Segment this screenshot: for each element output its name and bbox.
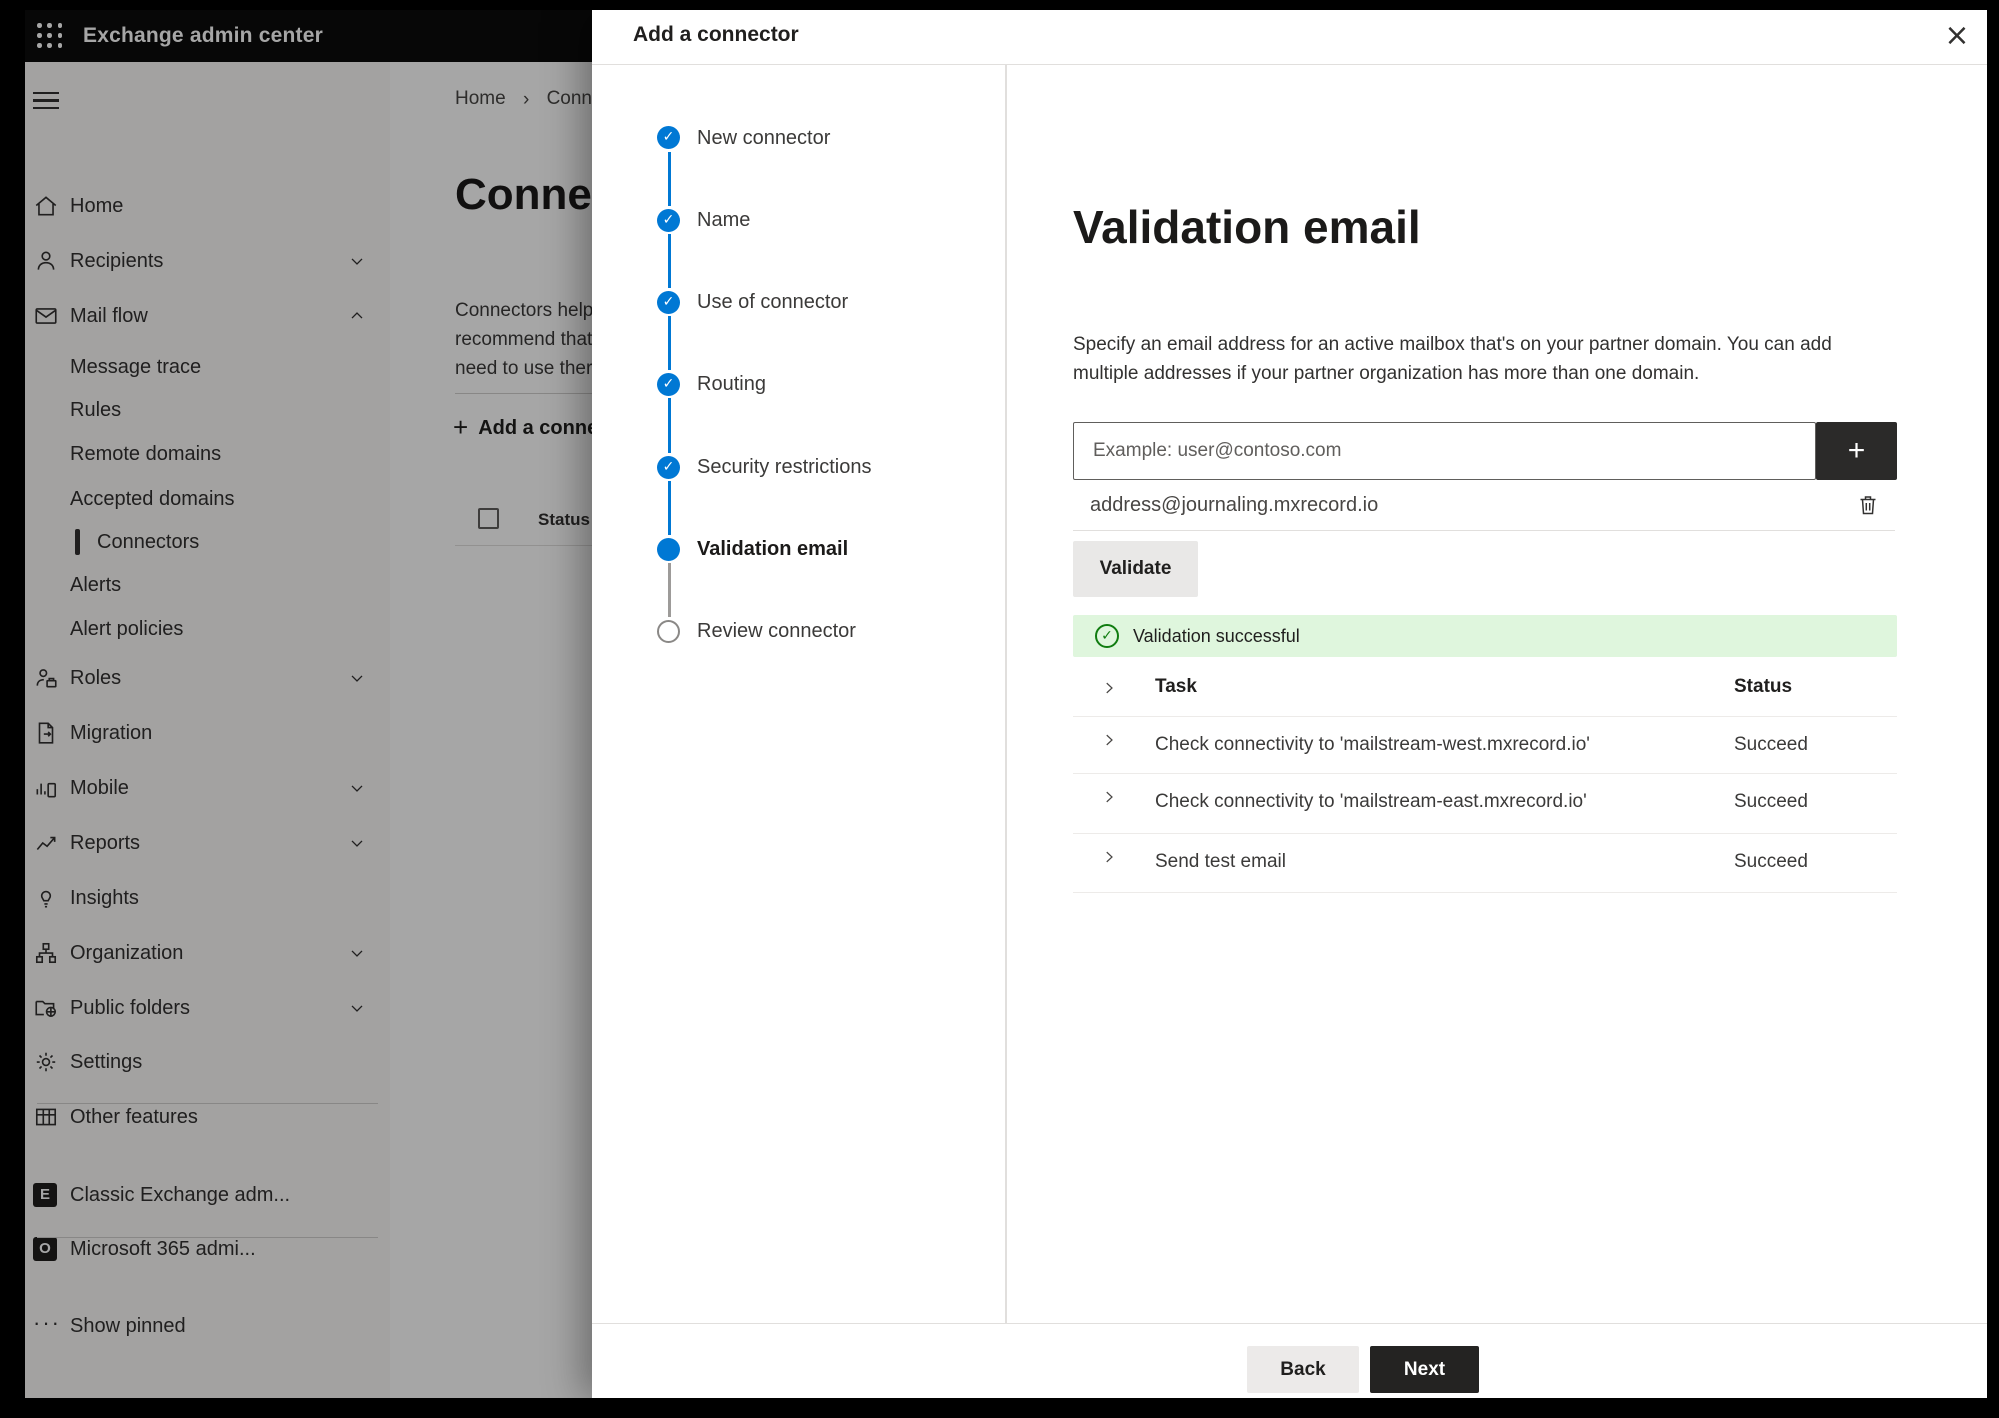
step-done-icon	[657, 455, 680, 479]
expand-all-chevron-icon[interactable]	[1100, 679, 1118, 697]
step-connector-line	[667, 398, 671, 453]
table-row[interactable]: Send test email Succeed	[1073, 833, 1897, 893]
dialog-header-divider	[592, 64, 1987, 65]
status-value: Succeed	[1734, 851, 1808, 872]
expand-row-chevron-icon[interactable]	[1100, 731, 1118, 749]
validation-success-banner: ✓ Validation successful	[1073, 615, 1897, 657]
expand-row-chevron-icon[interactable]	[1100, 788, 1118, 806]
step-done-icon	[657, 126, 680, 149]
banner-message: Validation successful	[1133, 626, 1300, 646]
dialog-title: Add a connector	[633, 23, 799, 46]
step-page-title: Validation email	[1073, 201, 1421, 253]
email-entry-row: +	[1073, 422, 1897, 480]
step-upcoming-icon	[657, 619, 680, 643]
step-done-icon	[657, 290, 680, 314]
step-connector-line	[667, 152, 671, 206]
step-connector-line	[667, 316, 671, 370]
step-connector-line	[667, 234, 671, 288]
step-connector-line	[667, 481, 671, 535]
task-column-header: Task	[1155, 676, 1197, 697]
add-email-button[interactable]: +	[1816, 422, 1897, 480]
status-column-header: Status	[1734, 676, 1793, 697]
expand-row-chevron-icon[interactable]	[1100, 848, 1118, 866]
step-connector-line-upcoming	[667, 563, 671, 617]
table-row[interactable]: Check connectivity to 'mailstream-west.m…	[1073, 716, 1897, 773]
step-current-icon	[657, 537, 680, 561]
exchange-admin-window: Exchange admin center Home Recipients Ma…	[25, 10, 1987, 1398]
delete-address-icon[interactable]	[1853, 491, 1883, 521]
validate-button[interactable]: Validate	[1073, 541, 1198, 597]
close-icon[interactable]: ×	[1935, 14, 1979, 58]
added-email-address: address@journaling.mxrecord.io	[1090, 494, 1379, 516]
email-address-input[interactable]	[1073, 422, 1816, 480]
dialog-footer-divider	[592, 1323, 1987, 1324]
add-connector-dialog: Add a connector × New connector Name Use…	[592, 10, 1987, 1398]
added-address-divider	[1073, 530, 1895, 531]
step-done-icon	[657, 372, 680, 396]
wizard-content-divider	[1005, 65, 1007, 1323]
added-address-row: address@journaling.mxrecord.io	[1073, 483, 1897, 530]
step-done-icon	[657, 208, 680, 232]
table-header-row: Task Status	[1073, 665, 1897, 716]
step-description: Specify an email address for an active m…	[1073, 334, 1832, 384]
status-value: Succeed	[1734, 791, 1808, 812]
status-value: Succeed	[1734, 734, 1808, 755]
table-row[interactable]: Check connectivity to 'mailstream-east.m…	[1073, 773, 1897, 833]
success-check-icon: ✓	[1095, 624, 1119, 648]
back-button[interactable]: Back	[1247, 1346, 1359, 1393]
next-button[interactable]: Next	[1370, 1346, 1479, 1393]
